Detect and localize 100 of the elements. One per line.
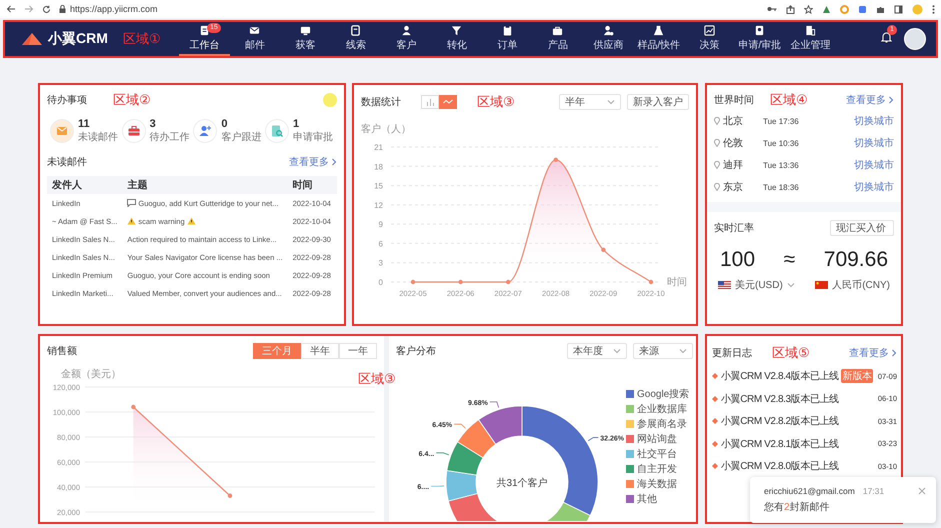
region-label: 区域③ (477, 93, 515, 111)
period-dropdown[interactable]: 半年 (559, 94, 621, 110)
range-tab[interactable]: 半年 (301, 343, 339, 359)
legend-label: 海关数据 (637, 478, 677, 491)
nav-tab[interactable]: 申请/审批 (734, 22, 785, 56)
currency-dropdown[interactable]: 美元(USD) (735, 278, 783, 292)
diamond-icon (712, 418, 718, 424)
data-point (554, 158, 558, 162)
diamond-icon (712, 440, 718, 447)
back-arrow-icon[interactable] (6, 5, 16, 13)
approx-sign: ≈ (784, 248, 796, 272)
metric-dropdown[interactable]: 新录入客户 (627, 94, 689, 110)
card-title: 客户分布 (396, 344, 436, 358)
sidebar-icon[interactable] (894, 4, 903, 14)
bar-chart-toggle[interactable] (421, 95, 439, 109)
group-by-dropdown[interactable]: 来源 (633, 343, 693, 359)
card-title: 更新日志 (712, 346, 752, 360)
city-time: Tue 10:36 (763, 138, 800, 148)
chevron-down-icon (613, 347, 621, 355)
card-title: 世界时间 (714, 94, 754, 107)
switch-city-link[interactable]: 切换城市 (854, 180, 894, 194)
line-chart-toggle[interactable] (439, 95, 457, 109)
nav-tab[interactable]: 样品/快件 (634, 22, 684, 56)
view-more-link[interactable]: 查看更多 (849, 346, 897, 360)
range-tab[interactable]: 一年 (339, 343, 377, 359)
chevron-right-icon (331, 158, 337, 166)
city-name: 迪拜 (723, 158, 744, 172)
person-icon (400, 24, 412, 36)
flag-icon (718, 281, 731, 289)
view-more-link[interactable]: 查看更多 (289, 155, 337, 169)
nav-tab[interactable]: 决策 (684, 22, 734, 56)
bag-icon (552, 24, 564, 36)
location-pin-icon (714, 161, 720, 169)
speech-bubble-icon (127, 199, 136, 207)
nav-tab[interactable]: 订单 (482, 22, 532, 56)
stat-label: 客户跟进 (221, 130, 262, 144)
city-name: 东京 (723, 180, 744, 194)
notification-message: 您有2封新邮件 (764, 500, 831, 514)
city-time: Tue 13:36 (763, 160, 800, 170)
bell-icon[interactable] (881, 31, 892, 43)
converted-value: 709.66 (824, 248, 888, 272)
cursor-highlight-icon (323, 93, 337, 107)
nav-tab[interactable]: 客户 (381, 22, 432, 56)
donut-slice (446, 441, 484, 476)
reload-icon[interactable] (42, 4, 51, 14)
city-name: 北京 (723, 114, 744, 128)
new-version-badge: 新版本 (840, 369, 874, 384)
nav-tab[interactable]: 线索 (330, 22, 381, 56)
nav-tab[interactable]: 获客 (280, 22, 330, 56)
stat-value: 11 (78, 118, 91, 130)
axis-tick-label: 0 (378, 278, 383, 287)
switch-city-link[interactable]: 切换城市 (854, 158, 894, 172)
update-entry-link[interactable]: 小翼CRM V2.8.1版本已上线 (721, 436, 839, 451)
sender-email: ericchiu621@gmail.com (764, 486, 855, 496)
star-icon[interactable] (804, 4, 813, 14)
rate-type-dropdown[interactable]: 现汇买入价 (830, 220, 894, 236)
stat-value: 1 (292, 118, 300, 130)
nav-tab[interactable]: 供应商 (583, 22, 634, 56)
nav-tab[interactable]: 邮件 (230, 22, 280, 56)
puzzle-icon[interactable] (876, 4, 885, 14)
share-icon[interactable] (786, 4, 795, 14)
region-label: 区域③ (358, 370, 396, 388)
period-dropdown[interactable]: 本年度 (567, 343, 627, 359)
clipboard-icon (502, 24, 513, 36)
nav-tab[interactable]: 企业管理 (785, 22, 836, 56)
region-label: 区域④ (770, 91, 808, 109)
update-entry-link[interactable]: 小翼CRM V2.8.4版本已上线 (721, 369, 839, 384)
legend-label: 其他 (637, 492, 657, 506)
switch-city-link[interactable]: 切换城市 (854, 114, 894, 128)
update-entry-link[interactable]: 小翼CRM V2.8.2版本已上线 (721, 414, 839, 428)
warning-icon (127, 217, 136, 225)
nav-tab[interactable]: 产品 (532, 22, 583, 56)
update-entry-link[interactable]: 小翼CRM V2.8.3版本已上线 (721, 392, 839, 406)
stat-value: 0 (221, 118, 228, 130)
url-text[interactable]: https://app.yiicrm.com (70, 4, 158, 14)
view-more-link[interactable]: 查看更多 (846, 93, 894, 107)
flag-icon (815, 281, 828, 289)
section-title: 未读邮件 (47, 156, 87, 169)
leader-line (430, 486, 444, 487)
data-point (648, 280, 654, 284)
legend-label: 参展商名录 (637, 418, 687, 431)
avatar[interactable] (904, 28, 926, 50)
city-name: 伦敦 (723, 136, 744, 150)
chevron-right-icon (888, 96, 894, 104)
switch-city-link[interactable]: 切换城市 (854, 136, 894, 150)
leader-line (489, 401, 500, 408)
person-gear-icon (602, 24, 614, 36)
axis-title: 客户（人） (361, 124, 411, 135)
chevron-down-icon (679, 347, 687, 355)
update-entry-link[interactable]: 小翼CRM V2.8.0版本已上线 (721, 459, 839, 474)
menu-icon[interactable] (932, 4, 935, 14)
axis-tick-label: 6 (378, 239, 383, 248)
stat-label: 未读邮件 (78, 130, 118, 144)
key-icon[interactable] (767, 5, 777, 13)
chart-icon (704, 24, 715, 36)
city-time: Tue 18:36 (763, 182, 800, 192)
table-header-cell: 发件人 (47, 176, 122, 194)
nav-tab[interactable]: 转化 (432, 22, 482, 56)
card-title: 数据统计 (361, 96, 401, 109)
legend-label: 自主开发 (637, 462, 677, 476)
